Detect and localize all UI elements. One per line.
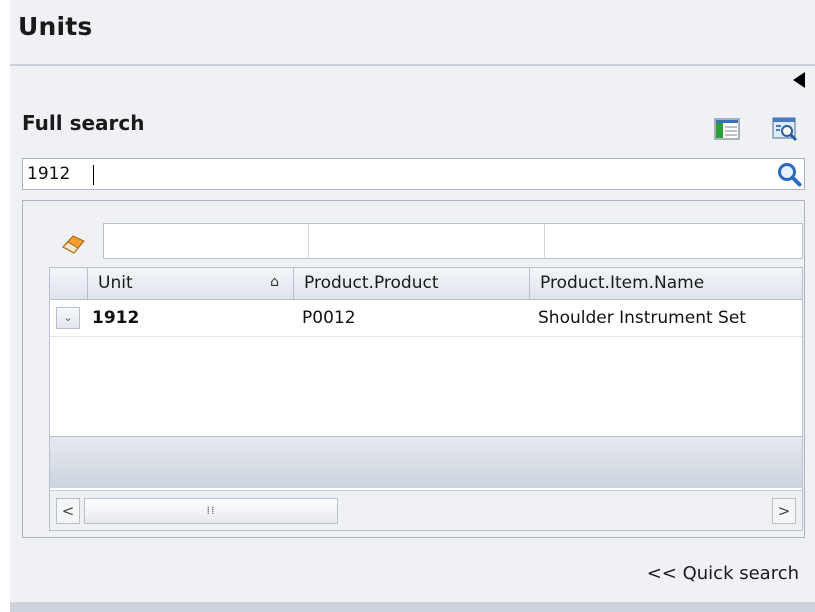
column-chooser-icon[interactable] bbox=[714, 116, 740, 142]
row-selector: ⌄ bbox=[50, 301, 88, 336]
column-header-unit[interactable]: Unit ⌂ bbox=[88, 268, 294, 299]
results-grid: Unit ⌂ Product.Product Product.Item.Name… bbox=[49, 267, 803, 531]
column-header-label: Unit bbox=[98, 273, 133, 293]
scroll-left-button[interactable]: < bbox=[56, 498, 80, 524]
search-preview-icon[interactable] bbox=[772, 116, 798, 142]
column-header-item-name[interactable]: Product.Item.Name bbox=[530, 268, 802, 299]
filter-product-field[interactable] bbox=[309, 224, 545, 258]
expand-row-icon[interactable]: ⌄ bbox=[56, 307, 80, 329]
cell-unit: 1912 bbox=[92, 308, 140, 328]
magnifier-icon[interactable] bbox=[776, 161, 802, 187]
column-header-product[interactable]: Product.Product bbox=[294, 268, 530, 299]
scroll-thumb[interactable]: ⁞⁞ bbox=[84, 498, 338, 524]
header-select-column bbox=[50, 268, 88, 299]
cell-product: P0012 bbox=[302, 308, 356, 328]
horizontal-scrollbar[interactable]: < ⁞⁞ > bbox=[50, 490, 802, 530]
sort-indicator-icon: ⌂ bbox=[270, 274, 279, 290]
cell-item-name: Shoulder Instrument Set bbox=[538, 308, 746, 328]
full-search-label: Full search bbox=[22, 111, 145, 135]
results-frame: Unit ⌂ Product.Product Product.Item.Name… bbox=[22, 200, 805, 538]
quick-search-link[interactable]: << Quick search bbox=[647, 563, 799, 584]
filter-item-name-field[interactable] bbox=[545, 224, 802, 258]
grid-header: Unit ⌂ Product.Product Product.Item.Name bbox=[50, 268, 802, 300]
title-divider bbox=[10, 64, 815, 66]
search-input[interactable] bbox=[27, 162, 727, 186]
eraser-icon[interactable] bbox=[59, 231, 87, 257]
table-row[interactable]: ⌄ 1912 P0012 Shoulder Instrument Set bbox=[50, 301, 802, 337]
text-caret bbox=[93, 165, 94, 185]
bottom-bar bbox=[10, 602, 815, 612]
full-search-box bbox=[22, 158, 805, 190]
grid-footer bbox=[50, 436, 802, 488]
filter-unit-field[interactable] bbox=[104, 224, 310, 258]
units-panel: Units Full search 1912 Unit ⌂ Product.Pr… bbox=[10, 0, 815, 612]
scroll-right-button[interactable]: > bbox=[772, 498, 796, 524]
collapse-arrow-icon[interactable] bbox=[793, 72, 805, 88]
page-title: Units bbox=[18, 12, 93, 41]
filter-row bbox=[103, 223, 803, 259]
